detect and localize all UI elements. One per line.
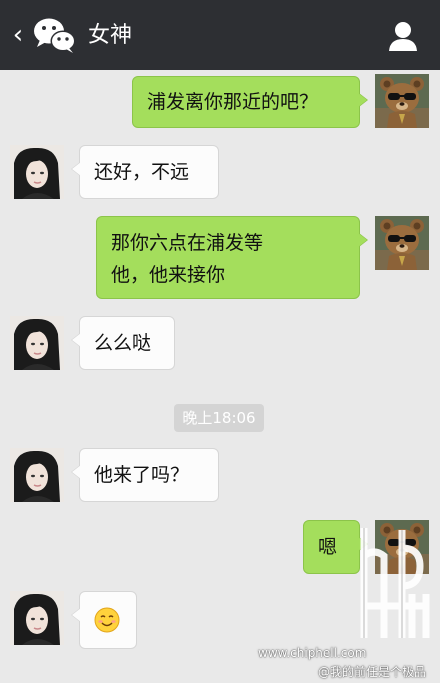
message-text: 还好，不远 xyxy=(94,161,190,183)
message-bubble-outgoing[interactable]: 那你六点在浦发等 他，他来接你 xyxy=(96,216,368,299)
contact-avatar[interactable] xyxy=(10,316,64,370)
my-avatar[interactable] xyxy=(375,74,429,128)
message-bubble-incoming[interactable]: 么么哒 xyxy=(71,316,175,370)
contact-avatar[interactable] xyxy=(10,591,64,645)
message-text-line: 那你六点在浦发等 xyxy=(111,232,264,254)
my-avatar[interactable] xyxy=(375,216,429,270)
back-icon[interactable]: ‹ xyxy=(10,20,26,50)
message-bubble-outgoing[interactable]: 浦发离你那近的吧？ xyxy=(132,76,368,128)
message-text-line: 他，他来接你 xyxy=(111,264,226,286)
message-bubble-incoming[interactable]: 还好，不远 xyxy=(71,145,219,199)
profile-icon[interactable] xyxy=(388,20,418,52)
message-text: 浦发离你那近的吧？ xyxy=(147,91,319,113)
watermark-site: www.chiphell.com xyxy=(258,646,367,660)
wechat-logo-icon[interactable] xyxy=(32,16,78,54)
timestamp-label: 晚上18:06 xyxy=(174,404,264,432)
title-bar: ‹ 女神 xyxy=(0,0,440,70)
smile-emoji-icon xyxy=(94,607,120,633)
chat-title: 女神 xyxy=(88,23,133,48)
contact-avatar[interactable] xyxy=(10,448,64,502)
watermark-user: @我的前任是个极品 xyxy=(318,665,427,679)
message-bubble-incoming[interactable] xyxy=(71,591,137,649)
contact-avatar[interactable] xyxy=(10,145,64,199)
message-text: 他来了吗？ xyxy=(94,464,190,486)
message-text: 么么哒 xyxy=(94,332,152,354)
message-bubble-incoming[interactable]: 他来了吗？ xyxy=(71,448,219,502)
